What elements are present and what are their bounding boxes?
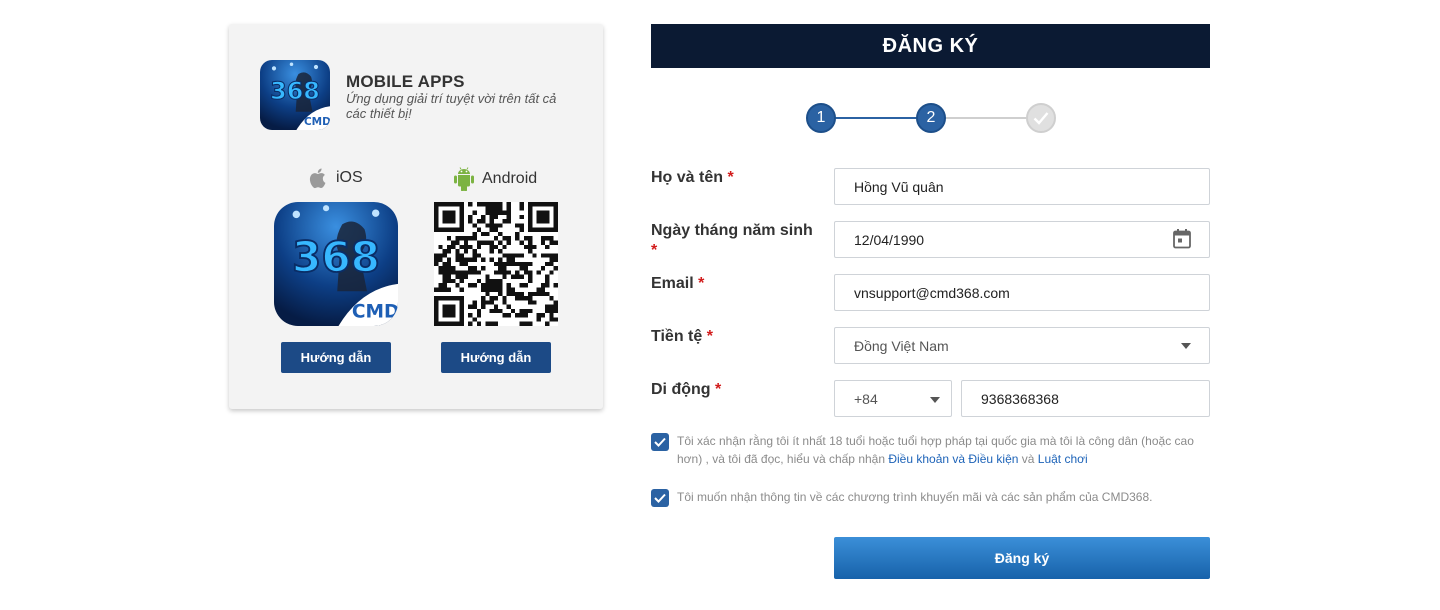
chevron-down-icon	[930, 397, 940, 403]
apple-icon	[309, 168, 326, 189]
required-mark: *	[706, 328, 713, 345]
svg-text:368: 368	[270, 77, 320, 105]
rules-link[interactable]: Luật chơi	[1038, 452, 1088, 466]
step-3	[1026, 103, 1056, 133]
apps-title: MOBILE APPS	[346, 72, 465, 91]
mobile-label: Di động *	[651, 381, 722, 398]
calendar-icon[interactable]	[1173, 228, 1191, 251]
chevron-down-icon	[1181, 342, 1191, 349]
country-code-select[interactable]: +84	[834, 380, 952, 417]
promo-text: Tôi muốn nhận thông tin về các chương tr…	[677, 490, 1153, 504]
android-guide-button[interactable]: Hướng dẫn	[441, 342, 551, 373]
ios-app-icon[interactable]: 368 CMD	[274, 202, 398, 326]
fullname-label: Họ và tên *	[651, 169, 734, 186]
ios-guide-button[interactable]: Hướng dẫn	[281, 342, 391, 373]
android-qr-code[interactable]	[434, 202, 558, 326]
terms-checkbox[interactable]	[651, 433, 669, 451]
android-label: Android	[482, 170, 538, 187]
register-button[interactable]: Đăng ký	[834, 537, 1210, 579]
stepper: 1 2	[806, 103, 1056, 133]
phone-number-input[interactable]: 9368368368	[961, 380, 1210, 417]
mobile-apps-card: 368 CMD MOBILE APPS Ứng dụng giải trí tu…	[229, 24, 603, 409]
required-mark: *	[651, 242, 658, 259]
checkmark-icon	[654, 437, 666, 447]
checkmark-icon	[1033, 112, 1049, 125]
terms-link[interactable]: Điều khoản và Điều kiện	[888, 452, 1018, 466]
svg-text:CMD: CMD	[304, 116, 330, 128]
currency-select[interactable]: Đồng Việt Nam	[834, 327, 1210, 364]
dob-input[interactable]: 12/04/1990	[834, 221, 1210, 258]
svg-text:368: 368	[292, 232, 380, 281]
step-connector-2	[944, 117, 1028, 119]
currency-label: Tiền tệ *	[651, 328, 713, 345]
svg-text:CMD: CMD	[352, 301, 398, 322]
android-icon	[454, 167, 474, 191]
required-mark: *	[698, 275, 705, 292]
app-logo-icon: 368 CMD	[260, 60, 330, 130]
checkmark-icon	[654, 493, 666, 503]
email-input[interactable]: vnsupport@cmd368.com	[834, 274, 1210, 311]
required-mark: *	[727, 169, 734, 186]
fullname-input[interactable]: Hồng Vũ quân	[834, 168, 1210, 205]
apps-subtitle: Ứng dụng giải trí tuyệt vời trên tất cả …	[346, 91, 557, 121]
ios-platform-label: iOS	[309, 167, 363, 189]
android-platform-label: Android	[453, 167, 537, 191]
required-mark: *	[715, 381, 722, 398]
step-1: 1	[806, 103, 836, 133]
terms-text: Tôi xác nhận rằng tôi ít nhất 18 tuổi ho…	[677, 434, 1194, 466]
step-connector-1	[834, 117, 918, 119]
email-label: Email *	[651, 275, 705, 292]
promo-checkbox[interactable]	[651, 489, 669, 507]
form-header: ĐĂNG KÝ	[651, 24, 1210, 68]
ios-label: iOS	[336, 169, 363, 186]
step-2: 2	[916, 103, 946, 133]
dob-label: Ngày tháng năm sinh *	[651, 222, 813, 259]
